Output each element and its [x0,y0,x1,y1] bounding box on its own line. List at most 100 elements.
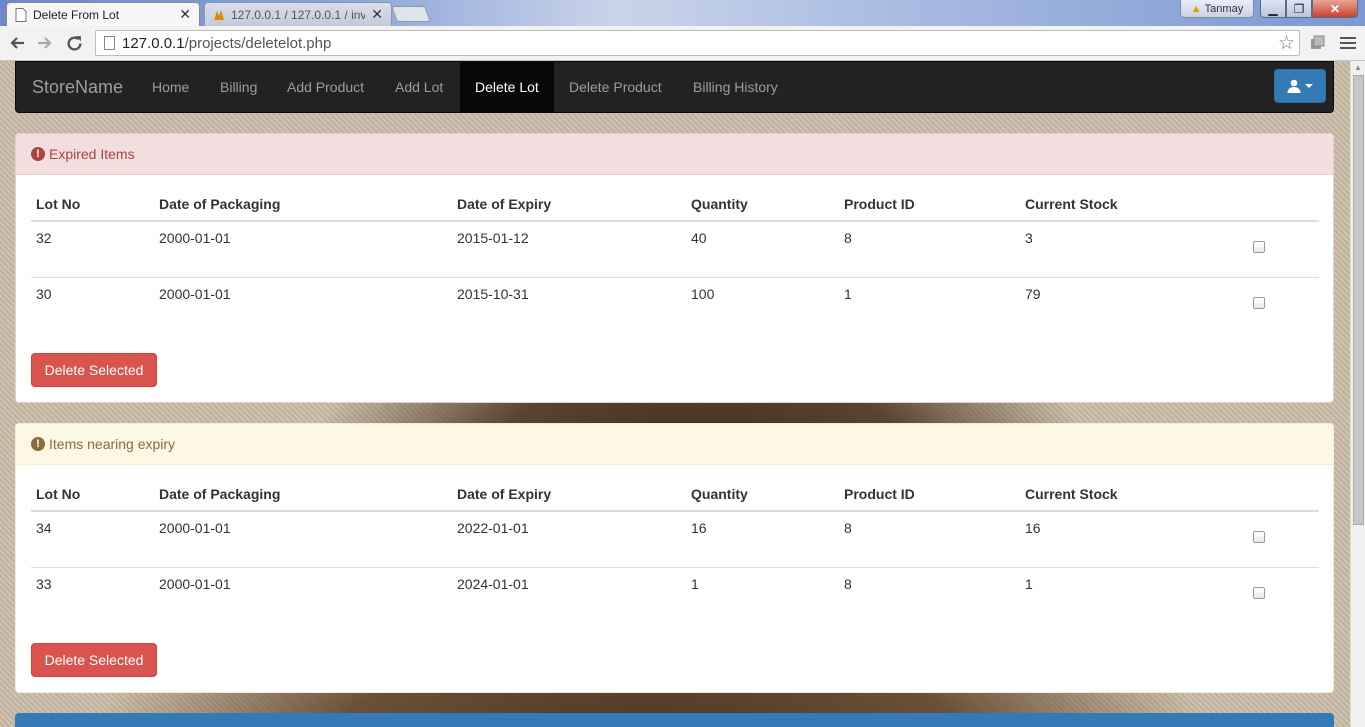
cell-lot-no: 33 [31,566,154,623]
profile-badge[interactable]: ▲ Tanmay [1180,0,1254,18]
nav-delete-product[interactable]: Delete Product [554,62,677,112]
col-lot-no: Lot No [31,175,154,222]
browser-tab-active[interactable]: Delete From Lot ✕ [6,2,200,26]
scroll-up-icon[interactable]: ▲ [1354,63,1362,72]
browser-toolbar: 127.0.0.1/projects/deletelot.php ☆ [0,26,1365,61]
table-row: 30 2000-01-01 2015-10-31 100 1 79 [31,276,1319,333]
expired-items-panel: ! Expired Items Lot No Date of Packaging… [15,133,1334,403]
nav-delete-lot[interactable]: Delete Lot [460,62,554,112]
cell-product-id: 8 [844,230,852,246]
cell-product-id: 1 [839,276,1020,333]
row-checkbox[interactable] [1253,586,1265,599]
brand[interactable]: StoreName [32,77,123,98]
cell-lot-no: 34 [36,520,52,536]
restore-icon[interactable]: ❐ [1286,0,1312,18]
col-product-id: Product ID [839,465,1020,512]
table-row: 32 2000-01-01 2015-01-12 40 8 3 [31,221,1319,277]
col-select [1245,175,1319,222]
table-row: 34 2000-01-01 2022-01-01 16 8 16 [31,511,1319,567]
cell-quantity: 16 [691,520,707,536]
cell-stock: 3 [1025,230,1033,246]
minimize-icon[interactable]: ▁ [1260,0,1286,18]
table-row: 33 2000-01-01 2024-01-01 1 8 1 [31,566,1319,623]
user-icon [1287,79,1301,93]
exclamation-circle-icon: ! [31,147,45,161]
cell-product-id: 8 [844,520,852,536]
navbar: StoreName Home Billing Add Product Add L… [15,61,1334,113]
close-tab-icon[interactable]: ✕ [371,6,383,23]
cell-quantity: 100 [686,276,839,333]
nearing-expiry-heading: ! Items nearing expiry [16,424,1333,465]
panel-title: Expired Items [49,146,135,162]
nav-add-lot[interactable]: Add Lot [380,62,458,112]
delete-selected-expired-button[interactable]: Delete Selected [31,353,157,387]
col-packaging: Date of Packaging [154,465,452,512]
cell-select [1245,221,1319,277]
col-current-stock: Current Stock [1020,175,1245,222]
delete-selected-nearing-button[interactable]: Delete Selected [31,643,157,677]
chevron-down-icon [1305,84,1313,88]
nav-billing-history[interactable]: Billing History [678,62,793,112]
cell-select [1245,566,1319,623]
page-info-icon[interactable] [104,36,115,50]
scrollbar-thumb[interactable] [1353,75,1364,525]
col-current-stock: Current Stock [1020,465,1245,512]
cell-quantity: 40 [691,230,707,246]
menu-icon[interactable] [1340,34,1356,52]
browser-tab-inactive[interactable]: 127.0.0.1 / 127.0.0.1 / inve ✕ [204,2,392,26]
row-checkbox[interactable] [1253,296,1265,309]
cell-quantity: 1 [686,566,839,623]
window-controls: ▁ ❐ ✕ [1260,0,1358,18]
back-icon[interactable] [6,33,28,53]
extension-icon[interactable] [1308,34,1326,52]
cell-expiry: 2024-01-01 [452,566,686,623]
nearing-expiry-table: Lot No Date of Packaging Date of Expiry … [31,465,1319,623]
tab-title: 127.0.0.1 / 127.0.0.1 / inve [231,7,366,22]
expired-items-heading: ! Expired Items [16,134,1333,175]
col-quantity: Quantity [686,175,839,222]
col-expiry: Date of Expiry [452,465,686,512]
bookmark-star-icon[interactable]: ☆ [1278,32,1295,55]
cell-packaging: 2000-01-01 [159,230,231,246]
col-quantity: Quantity [686,465,839,512]
next-panel-heading [15,713,1334,727]
cell-packaging: 2000-01-01 [154,566,452,623]
cell-expiry: 2022-01-01 [457,520,529,536]
tab-title: Delete From Lot [33,7,120,22]
exclamation-circle-icon: ! [31,437,45,451]
new-tab-button[interactable] [391,6,431,22]
url-text: 127.0.0.1/projects/deletelot.php [122,35,332,52]
user-menu-button[interactable] [1274,69,1326,103]
warning-icon: ▲ [1190,2,1202,15]
nav-home[interactable]: Home [137,62,204,112]
cell-packaging: 2000-01-01 [159,520,231,536]
expired-items-table: Lot No Date of Packaging Date of Expiry … [31,175,1319,333]
cell-expiry: 2015-10-31 [452,276,686,333]
col-select [1245,465,1319,512]
reload-icon[interactable] [63,33,85,53]
window-close-icon[interactable]: ✕ [1312,0,1358,18]
nav-billing[interactable]: Billing [205,62,272,112]
phpmyadmin-icon [214,9,224,20]
profile-name: Tanmay [1204,2,1244,15]
scrollbar[interactable]: ▲ [1350,61,1365,727]
forward-icon[interactable] [34,33,56,53]
cell-stock: 1 [1020,566,1245,623]
address-bar[interactable]: 127.0.0.1/projects/deletelot.php ☆ [95,30,1300,56]
page-icon [15,7,27,22]
cell-stock: 16 [1025,520,1041,536]
cell-packaging: 2000-01-01 [154,276,452,333]
cell-select [1245,511,1319,567]
page-viewport: StoreName Home Billing Add Product Add L… [0,61,1350,727]
col-lot-no: Lot No [31,465,154,512]
cell-stock: 79 [1020,276,1245,333]
nearing-expiry-panel: ! Items nearing expiry Lot No Date of Pa… [15,423,1334,693]
cell-expiry: 2015-01-12 [457,230,529,246]
row-checkbox[interactable] [1253,241,1265,253]
col-expiry: Date of Expiry [452,175,686,222]
close-tab-icon[interactable]: ✕ [179,6,191,23]
nav-add-product[interactable]: Add Product [272,62,379,112]
cell-lot-no: 32 [36,230,52,246]
row-checkbox[interactable] [1253,531,1265,543]
col-product-id: Product ID [839,175,1020,222]
